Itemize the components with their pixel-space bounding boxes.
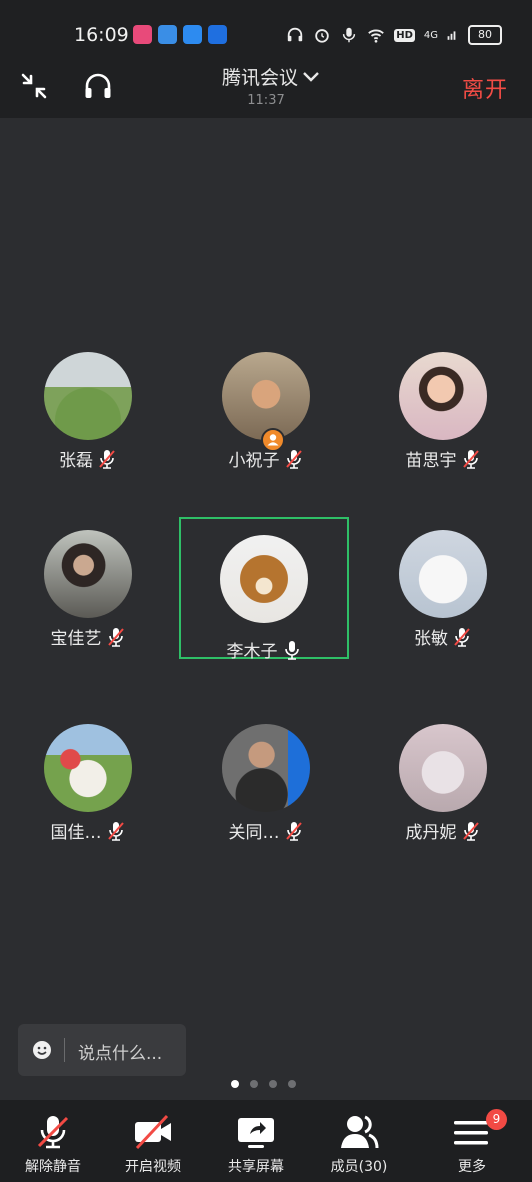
participant-tile[interactable]: 苗思宇 bbox=[358, 342, 528, 482]
participant-avatar bbox=[220, 535, 308, 623]
mic-muted-icon bbox=[462, 821, 479, 841]
battery-indicator: 80 bbox=[468, 25, 502, 45]
participant-avatar bbox=[44, 352, 132, 440]
participant-tile[interactable]: 小祝子 bbox=[181, 342, 351, 482]
alarm-icon bbox=[315, 29, 329, 43]
participant-tile[interactable]: 李木子 bbox=[179, 517, 349, 662]
page-dot[interactable] bbox=[288, 1080, 296, 1088]
message-app-icon bbox=[158, 25, 177, 44]
page-dot[interactable] bbox=[269, 1080, 277, 1088]
participant-avatar bbox=[44, 724, 132, 812]
headset-icon bbox=[288, 27, 303, 42]
meeting-elapsed-time: 11:37 bbox=[247, 93, 285, 108]
page-dot[interactable] bbox=[231, 1080, 239, 1088]
participant-tile[interactable]: 关同… bbox=[181, 714, 351, 854]
unmute-label: 解除静音 bbox=[25, 1159, 81, 1175]
mic-muted-icon bbox=[107, 821, 124, 841]
share-screen-icon bbox=[238, 1118, 274, 1148]
participant-name: 苗思宇 bbox=[405, 451, 457, 471]
members-button[interactable]: 成员(30) bbox=[306, 1100, 412, 1182]
participant-avatar bbox=[399, 530, 487, 618]
participant-name: 李木子 bbox=[226, 642, 278, 662]
hd-badge: HD bbox=[394, 28, 415, 42]
mic-muted-icon bbox=[285, 449, 302, 469]
chat-divider bbox=[64, 1038, 65, 1062]
qq-app-icon bbox=[183, 25, 202, 44]
members-label: 成员(30) bbox=[330, 1159, 388, 1175]
participant-avatar bbox=[222, 724, 310, 812]
mic-muted-icon bbox=[107, 627, 124, 647]
status-time: 16:09 bbox=[74, 24, 129, 46]
participant-avatar bbox=[44, 530, 132, 618]
more-label: 更多 bbox=[458, 1159, 486, 1175]
notification-badge: 9 bbox=[486, 1109, 507, 1130]
page-indicator[interactable] bbox=[231, 1080, 296, 1088]
participant-name-row: 张磊 bbox=[3, 446, 173, 471]
chat-placeholder: 说点什么... bbox=[78, 1044, 163, 1064]
network-type: 4G bbox=[423, 29, 438, 41]
participant-name: 张敏 bbox=[414, 629, 448, 649]
participant-tile[interactable]: 张磊 bbox=[3, 342, 173, 482]
app-notification-icon bbox=[133, 25, 152, 44]
meeting-header: 腾讯会议 11:37 离开 bbox=[0, 66, 532, 118]
emoji-icon[interactable] bbox=[32, 1040, 52, 1060]
system-status-icons: HD 4G 80 bbox=[286, 25, 502, 45]
participant-name-row: 苗思宇 bbox=[358, 446, 528, 471]
mic-muted-icon bbox=[99, 449, 115, 469]
participant-tile[interactable]: 国佳… bbox=[3, 714, 173, 854]
participant-name-row: 关同… bbox=[181, 818, 351, 843]
participant-name: 宝佳艺 bbox=[50, 629, 102, 649]
wifi-icon bbox=[368, 29, 385, 43]
mic-status-icon bbox=[343, 27, 356, 43]
participant-name-row: 李木子 bbox=[181, 637, 347, 662]
mic-muted-icon bbox=[37, 1116, 69, 1149]
participant-tile[interactable]: 宝佳艺 bbox=[3, 520, 173, 660]
participant-name-row: 小祝子 bbox=[181, 446, 351, 471]
participant-name: 关同… bbox=[228, 823, 280, 843]
video-button[interactable]: 开启视频 bbox=[100, 1100, 206, 1182]
mic-muted-icon bbox=[285, 821, 302, 841]
leave-button[interactable]: 离开 bbox=[462, 72, 508, 104]
more-button[interactable]: 9 更多 bbox=[420, 1100, 526, 1182]
chat-input[interactable]: 说点什么... bbox=[18, 1024, 186, 1076]
members-icon bbox=[341, 1115, 379, 1149]
participant-name-row: 张敏 bbox=[358, 624, 528, 649]
participant-name-row: 宝佳艺 bbox=[3, 624, 173, 649]
participant-tile[interactable]: 成丹妮 bbox=[358, 714, 528, 854]
share-screen-button[interactable]: 共享屏幕 bbox=[203, 1100, 309, 1182]
notification-icons bbox=[133, 25, 227, 44]
participant-avatar bbox=[399, 352, 487, 440]
video-label: 开启视频 bbox=[125, 1159, 181, 1175]
chevron-down-icon bbox=[303, 71, 319, 82]
mic-on-icon bbox=[284, 640, 299, 660]
participant-name-row: 国佳… bbox=[3, 818, 173, 843]
participant-avatar bbox=[399, 724, 487, 812]
bottom-toolbar: 解除静音 开启视频 共享屏幕 成员(30) 9 更多 bbox=[0, 1100, 532, 1182]
mic-muted-icon bbox=[454, 627, 470, 647]
page-dot[interactable] bbox=[250, 1080, 258, 1088]
meeting-title: 腾讯会议 bbox=[222, 67, 299, 89]
signal-icon bbox=[447, 31, 456, 40]
status-bar: 16:09 HD 4G 80 bbox=[0, 0, 532, 66]
participant-avatar bbox=[222, 352, 310, 440]
participant-tile[interactable]: 张敏 bbox=[358, 520, 528, 660]
participant-name: 成丹妮 bbox=[405, 823, 457, 843]
participant-name: 国佳… bbox=[50, 823, 102, 843]
participant-name-row: 成丹妮 bbox=[358, 818, 528, 843]
mic-muted-icon bbox=[462, 449, 479, 469]
meeting-app-icon bbox=[208, 25, 227, 44]
unmute-button[interactable]: 解除静音 bbox=[0, 1100, 106, 1182]
participant-name: 小祝子 bbox=[228, 451, 280, 471]
share-screen-label: 共享屏幕 bbox=[228, 1159, 284, 1175]
participant-name: 张磊 bbox=[59, 451, 93, 471]
meeting-title-dropdown[interactable]: 腾讯会议 bbox=[222, 63, 320, 90]
video-off-icon bbox=[135, 1114, 171, 1150]
